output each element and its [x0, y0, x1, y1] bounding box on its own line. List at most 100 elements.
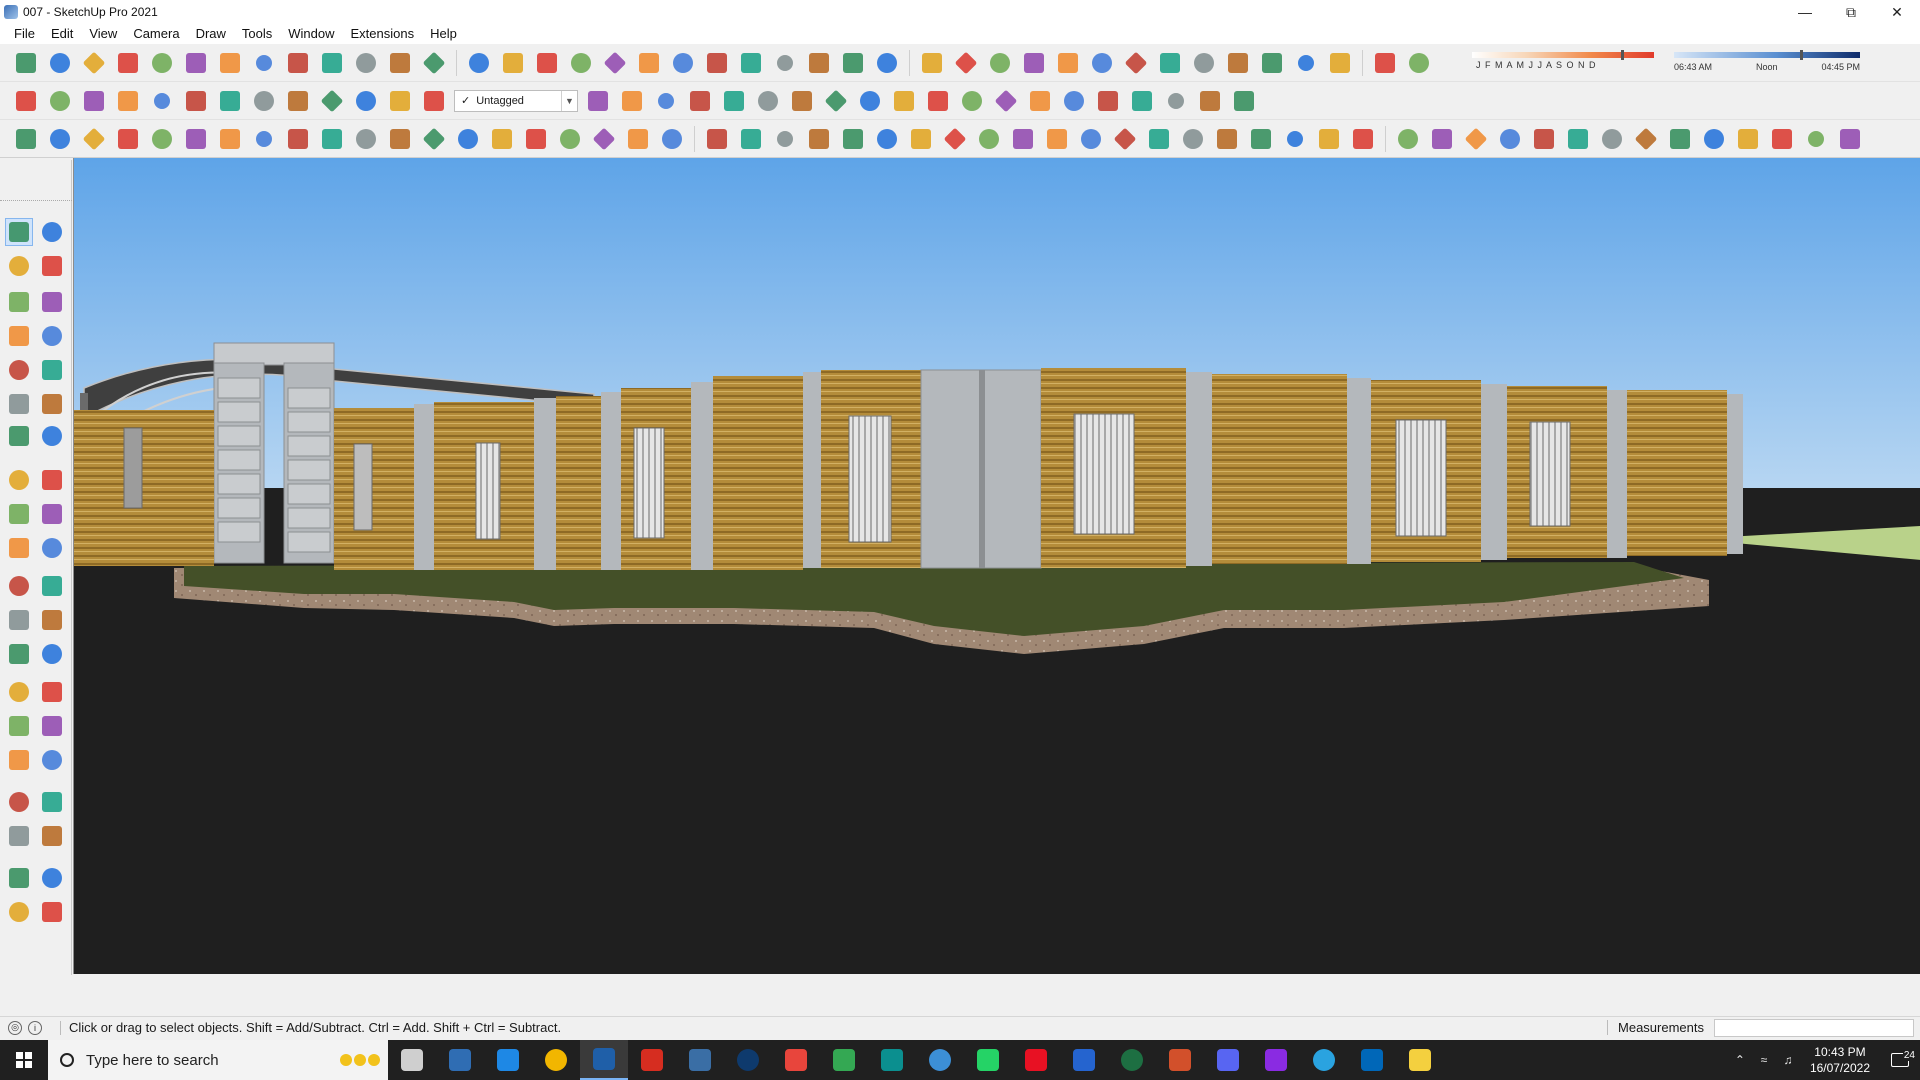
triangle-icon[interactable]	[737, 49, 765, 77]
protractor-icon[interactable]	[5, 606, 33, 634]
network-icon[interactable]: ≈	[1752, 1053, 1776, 1067]
axis-icon[interactable]	[754, 87, 782, 115]
edge-icon[interactable]	[484, 1040, 532, 1080]
move-green-icon[interactable]	[601, 49, 629, 77]
stairs-icon[interactable]	[556, 125, 584, 153]
corner2-icon[interactable]	[386, 125, 414, 153]
pan-icon[interactable]	[38, 678, 66, 706]
mesh-icon[interactable]	[1060, 87, 1088, 115]
cube-yellow-icon[interactable]	[686, 87, 714, 115]
bin-icon[interactable]	[918, 49, 946, 77]
extrude-r-icon[interactable]	[250, 87, 278, 115]
cycle-icon[interactable]	[250, 125, 278, 153]
solid-green-icon[interactable]	[182, 49, 210, 77]
hourglass-icon[interactable]	[890, 87, 918, 115]
enscape-icon[interactable]	[868, 1040, 916, 1080]
arrows-up-icon[interactable]	[788, 87, 816, 115]
menu-view[interactable]: View	[81, 24, 125, 44]
section-plane-icon[interactable]	[318, 49, 346, 77]
home-icon[interactable]	[80, 87, 108, 115]
selection-icon[interactable]	[1405, 49, 1433, 77]
stamp-icon[interactable]	[1128, 87, 1156, 115]
flip-edge-icon[interactable]	[1162, 87, 1190, 115]
wedge-icon[interactable]	[703, 125, 731, 153]
geo-location-icon[interactable]: ◎	[8, 1020, 22, 1035]
lines-icon[interactable]	[1247, 125, 1275, 153]
orbit-box-icon[interactable]	[12, 87, 40, 115]
wrap3-icon[interactable]	[1213, 125, 1241, 153]
pie-icon[interactable]	[38, 422, 66, 450]
undo-red-icon[interactable]	[952, 49, 980, 77]
menu-file[interactable]: File	[6, 24, 43, 44]
ring-icon[interactable]	[1768, 125, 1796, 153]
hook-icon[interactable]	[318, 125, 346, 153]
stack-icon[interactable]	[907, 125, 935, 153]
diagonal-icon[interactable]	[856, 87, 884, 115]
follow-me-icon[interactable]	[284, 49, 312, 77]
globe-icon[interactable]	[284, 125, 312, 153]
layers-icon[interactable]	[737, 125, 765, 153]
label-icon[interactable]	[1349, 125, 1377, 153]
sketchup-layout-icon[interactable]	[676, 1040, 724, 1080]
cone2-icon[interactable]	[703, 49, 731, 77]
arc-icon[interactable]	[5, 390, 33, 418]
torus-icon[interactable]	[1632, 125, 1660, 153]
shape-icon[interactable]	[658, 125, 686, 153]
pencil-red-icon[interactable]	[1394, 125, 1422, 153]
stair-icon[interactable]	[975, 125, 1003, 153]
previous-view-icon[interactable]	[38, 746, 66, 774]
explode-icon[interactable]	[1326, 49, 1354, 77]
grammarly-icon[interactable]	[1156, 1040, 1204, 1080]
lasso-icon[interactable]	[805, 49, 833, 77]
menu-extensions[interactable]: Extensions	[343, 24, 423, 44]
solid-red-icon[interactable]	[216, 49, 244, 77]
photoshop-icon[interactable]	[724, 1040, 772, 1080]
measurements-input[interactable]	[1714, 1018, 1914, 1037]
cut-icon[interactable]	[114, 125, 142, 153]
section-plane-icon[interactable]	[38, 822, 66, 850]
menu-tools[interactable]: Tools	[234, 24, 280, 44]
fork-icon[interactable]	[805, 125, 833, 153]
menu-draw[interactable]: Draw	[188, 24, 234, 44]
arch-icon[interactable]	[488, 125, 516, 153]
menu-window[interactable]: Window	[280, 24, 342, 44]
section-blue-icon[interactable]	[114, 49, 142, 77]
spline-icon[interactable]	[1700, 125, 1728, 153]
grid-orange2-icon[interactable]	[1258, 49, 1286, 77]
push-pull-icon[interactable]	[182, 87, 210, 115]
freehand-icon[interactable]	[12, 125, 40, 153]
scale-icon[interactable]	[5, 534, 33, 562]
slash-blue2-icon[interactable]	[618, 87, 646, 115]
hatch-icon[interactable]	[941, 125, 969, 153]
look-around-icon[interactable]	[38, 788, 66, 816]
terrain-icon[interactable]	[1196, 87, 1224, 115]
volume-icon[interactable]: ♫	[1776, 1053, 1800, 1067]
polygon-icon[interactable]	[38, 356, 66, 384]
house-icon[interactable]	[114, 87, 142, 115]
walk-icon[interactable]	[5, 822, 33, 850]
arc-blue-icon[interactable]	[1598, 125, 1626, 153]
fork3-icon[interactable]	[873, 125, 901, 153]
extrude-x-icon[interactable]	[386, 87, 414, 115]
axes-icon[interactable]	[5, 640, 33, 668]
dim-icon[interactable]	[1315, 125, 1343, 153]
tag-dropdown[interactable]: ✓ Untagged ▼	[454, 89, 578, 112]
chevron-up-icon[interactable]: ⌃	[1728, 1053, 1752, 1067]
eraser-icon[interactable]	[1836, 125, 1864, 153]
push-pull-icon[interactable]	[38, 466, 66, 494]
grid-orange-icon[interactable]	[1224, 49, 1252, 77]
components-icon[interactable]	[12, 49, 40, 77]
line-pencil-icon[interactable]	[5, 288, 33, 316]
extrude-f-icon[interactable]	[420, 87, 448, 115]
tape-measure-icon[interactable]	[5, 572, 33, 600]
minimize-button[interactable]: —	[1782, 0, 1828, 24]
arrows-down-icon[interactable]	[822, 87, 850, 115]
telegram-icon[interactable]	[1300, 1040, 1348, 1080]
solid-yellow-icon[interactable]	[148, 49, 176, 77]
two-point-arc-icon[interactable]	[38, 390, 66, 418]
rotated-rect-icon[interactable]	[38, 322, 66, 350]
select-arrow-icon[interactable]	[5, 218, 33, 246]
wrap2-icon[interactable]	[1179, 125, 1207, 153]
chrome-alt-icon[interactable]	[820, 1040, 868, 1080]
3d-text-icon[interactable]	[38, 640, 66, 668]
